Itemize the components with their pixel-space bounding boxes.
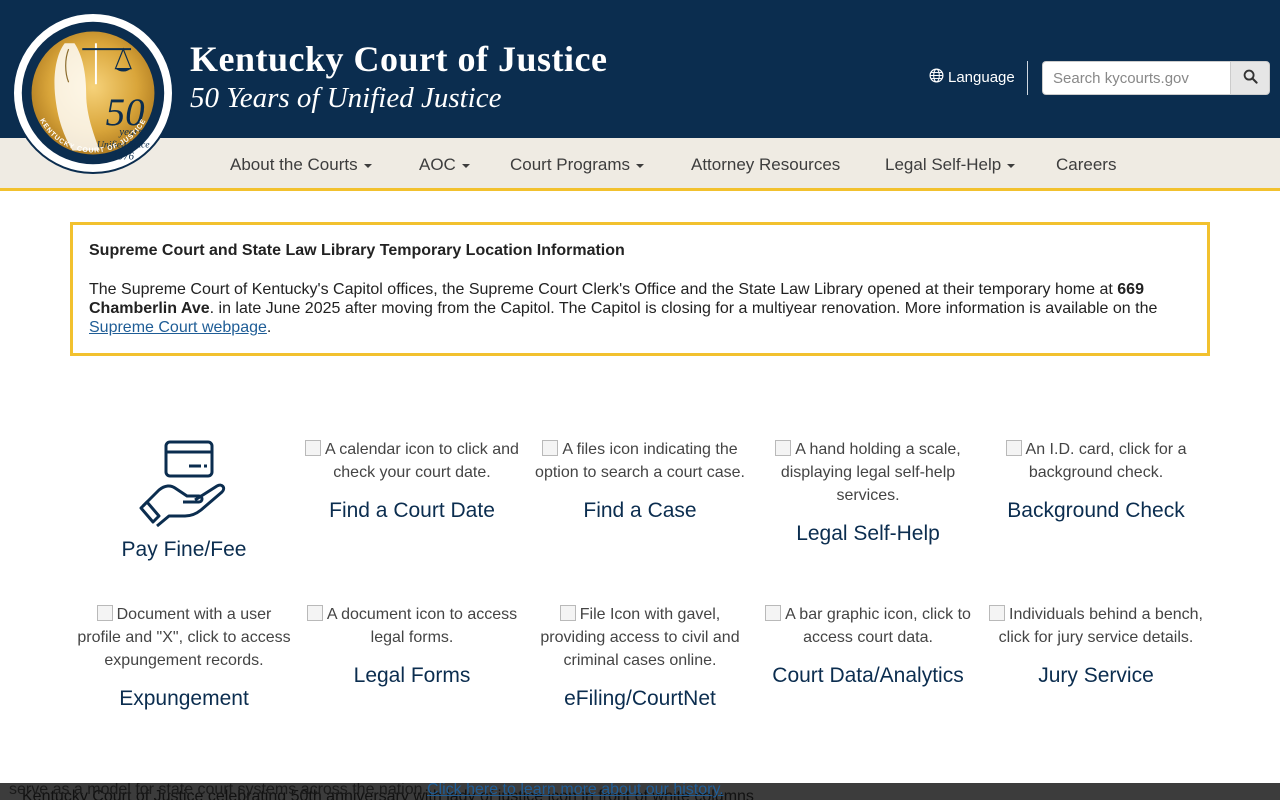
tile-label: Legal Self-Help — [796, 522, 940, 545]
tile-label: Background Check — [1007, 499, 1185, 522]
nav-legal-self-help[interactable]: Legal Self-Help — [885, 155, 1016, 175]
nav-aoc[interactable]: AOC — [419, 155, 470, 175]
id-card-icon: An I.D. card, click for a background che… — [986, 438, 1206, 484]
hand-scale-icon: A hand holding a scale, displaying legal… — [758, 438, 978, 507]
nav-label: Court Programs — [510, 155, 630, 174]
site-header: Kentucky Court of Justice 50 Years of Un… — [0, 0, 1280, 138]
chevron-down-icon — [635, 163, 644, 168]
broken-image-icon — [306, 605, 323, 621]
site-subtitle: 50 Years of Unified Justice — [190, 82, 502, 114]
svg-text:1976: 1976 — [113, 150, 135, 162]
chevron-down-icon — [461, 163, 470, 168]
tile-find-court-date[interactable]: A calendar icon to click and check your … — [302, 438, 522, 523]
tile-label: Expungement — [119, 687, 249, 710]
history-link[interactable]: Click here to learn more about our histo… — [427, 783, 724, 798]
file-gavel-icon: File Icon with gavel, providing access t… — [540, 605, 740, 669]
tile-background-check[interactable]: An I.D. card, click for a background che… — [986, 438, 1206, 523]
main-nav: About the Courts AOC Court Programs Atto… — [0, 138, 1280, 191]
calendar-icon: A calendar icon to click and check your … — [302, 438, 522, 484]
nav-attorney-resources[interactable]: Attorney Resources — [691, 155, 840, 175]
nav-about-the-courts[interactable]: About the Courts — [230, 155, 372, 175]
supreme-court-link[interactable]: Supreme Court webpage — [89, 319, 267, 336]
search-button[interactable] — [1230, 61, 1270, 95]
nav-court-programs[interactable]: Court Programs — [510, 155, 644, 175]
tile-label: Pay Fine/Fee — [121, 538, 247, 561]
tile-label: Find a Court Date — [329, 499, 495, 522]
broken-image-icon — [559, 605, 576, 621]
jury-bench-icon: Individuals behind a bench, click for ju… — [986, 603, 1206, 649]
files-icon: A files icon indicating the option to se… — [535, 440, 745, 481]
search-icon — [1243, 69, 1258, 87]
chevron-down-icon — [363, 163, 372, 168]
search-form — [1042, 61, 1270, 95]
banner-text: serve as a model for state court systems… — [9, 783, 724, 798]
document-user-icon: Document with a user profile and "X", cl… — [77, 605, 291, 669]
broken-image-icon — [542, 440, 559, 456]
nav-label: AOC — [419, 155, 456, 174]
nav-label: Careers — [1056, 155, 1117, 174]
tile-label: Jury Service — [1038, 664, 1154, 687]
broken-image-icon — [96, 605, 113, 621]
document-icon: A document icon to access legal forms. — [302, 603, 522, 649]
nav-careers[interactable]: Careers — [1056, 155, 1116, 175]
nav-label: Legal Self-Help — [885, 155, 1002, 174]
broken-image-icon — [775, 440, 792, 456]
tile-label: eFiling/CourtNet — [564, 687, 716, 710]
hand-card-icon — [74, 438, 294, 528]
alert-title: Supreme Court and State Law Library Temp… — [89, 242, 625, 259]
globe-icon — [929, 68, 944, 87]
bar-chart-icon: A bar graphic icon, click to access cour… — [758, 603, 978, 649]
chevron-down-icon — [1007, 163, 1016, 168]
history-banner: Kentucky Court of Justice celebrating 50… — [0, 783, 1280, 800]
tile-label: Legal Forms — [353, 664, 471, 687]
tile-court-data-analytics[interactable]: A bar graphic icon, click to access cour… — [758, 603, 978, 688]
tile-label: Court Data/Analytics — [772, 664, 964, 687]
broken-image-icon — [305, 440, 322, 456]
tile-expungement[interactable]: Document with a user profile and "X", cl… — [74, 603, 294, 711]
broken-image-icon — [989, 605, 1006, 621]
language-selector[interactable]: Language — [929, 68, 1015, 87]
tile-efiling-courtnet[interactable]: File Icon with gavel, providing access t… — [530, 603, 750, 711]
location-alert: Supreme Court and State Law Library Temp… — [70, 222, 1210, 356]
site-title[interactable]: Kentucky Court of Justice — [190, 38, 607, 80]
broken-image-icon — [765, 605, 782, 621]
broken-image-icon — [1005, 440, 1022, 456]
alert-body: The Supreme Court of Kentucky's Capitol … — [89, 281, 1158, 336]
tile-pay-fine-fee[interactable]: Pay Fine/Fee — [74, 438, 294, 562]
tile-legal-forms[interactable]: A document icon to access legal forms. L… — [302, 603, 522, 688]
tile-legal-self-help[interactable]: A hand holding a scale, displaying legal… — [758, 438, 978, 546]
court-seal-logo[interactable]: 50 years Unified Since 1976 KENTUCKY COU… — [12, 12, 174, 174]
header-divider — [1027, 61, 1028, 95]
nav-label: Attorney Resources — [691, 155, 841, 174]
nav-label: About the Courts — [230, 155, 358, 174]
tile-label: Find a Case — [583, 499, 697, 522]
tile-find-case[interactable]: A files icon indicating the option to se… — [530, 438, 750, 523]
tile-jury-service[interactable]: Individuals behind a bench, click for ju… — [986, 603, 1206, 688]
language-label: Language — [948, 69, 1015, 86]
search-input[interactable] — [1042, 61, 1230, 95]
